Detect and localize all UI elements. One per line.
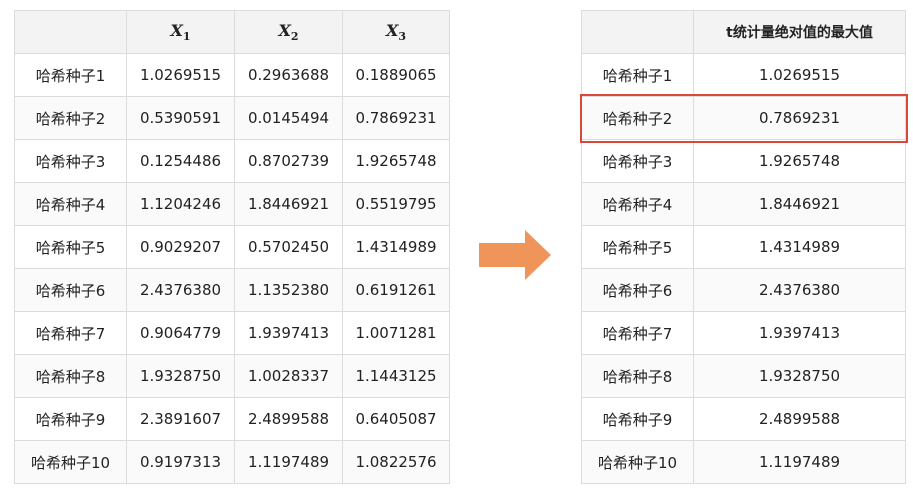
row-label: 哈希种子10 <box>581 440 694 484</box>
table-cell: 1.0822576 <box>342 440 450 484</box>
row-label: 哈希种子9 <box>581 397 694 441</box>
table-row: 哈希种子3 1.9265748 <box>581 139 906 183</box>
table-cell: 1.4314989 <box>342 225 450 269</box>
table-cell: 0.9064779 <box>126 311 235 355</box>
table-cell: 1.1197489 <box>693 440 906 484</box>
table-cell: 2.4899588 <box>234 397 343 441</box>
row-label: 哈希种子3 <box>14 139 127 183</box>
table-row: 哈希种子5 0.9029207 0.5702450 1.4314989 <box>14 225 450 269</box>
row-label: 哈希种子4 <box>581 182 694 226</box>
table-cell: 0.7869231 <box>693 96 906 140</box>
table-row: 哈希种子2 0.5390591 0.0145494 0.7869231 <box>14 96 450 140</box>
table-row: 哈希种子8 1.9328750 <box>581 354 906 398</box>
row-label: 哈希种子7 <box>14 311 127 355</box>
table-cell: 1.8446921 <box>234 182 343 226</box>
row-label: 哈希种子5 <box>581 225 694 269</box>
row-label: 哈希种子2 <box>14 96 127 140</box>
table-cell: 2.4376380 <box>693 268 906 312</box>
left-table-body: 哈希种子1 1.0269515 0.2963688 0.1889065 哈希种子2 0.5… <box>14 53 450 484</box>
table-cell: 0.5519795 <box>342 182 450 226</box>
table-cell: 1.9328750 <box>693 354 906 398</box>
table-row: 哈希种子10 1.1197489 <box>581 440 906 484</box>
table-row: 哈希种子9 2.3891607 2.4899588 0.6405087 <box>14 397 450 441</box>
left-header-x1: X1 <box>126 10 235 54</box>
right-arrow-icon <box>479 230 551 280</box>
table-cell: 0.9197313 <box>126 440 235 484</box>
row-label: 哈希种子6 <box>14 268 127 312</box>
table-cell: 0.8702739 <box>234 139 343 183</box>
table-row: 哈希种子9 2.4899588 <box>581 397 906 441</box>
table-cell: 1.1197489 <box>234 440 343 484</box>
table-cell: 0.0145494 <box>234 96 343 140</box>
table-cell: 1.9397413 <box>693 311 906 355</box>
left-header-x2: X2 <box>234 10 343 54</box>
table-row: 哈希种子7 0.9064779 1.9397413 1.0071281 <box>14 311 450 355</box>
table-cell: 0.2963688 <box>234 53 343 97</box>
left-header-x3: X3 <box>342 10 450 54</box>
table-cell: 2.4376380 <box>126 268 235 312</box>
table-cell: 1.4314989 <box>693 225 906 269</box>
table-row: 哈希种子1 1.0269515 0.2963688 0.1889065 <box>14 53 450 97</box>
right-header-row: t统计量绝对值的最大值 <box>581 10 906 54</box>
table-cell: 0.9029207 <box>126 225 235 269</box>
table-row: 哈希种子4 1.1204246 1.8446921 0.5519795 <box>14 182 450 226</box>
table-row: 哈希种子10 0.9197313 1.1197489 1.0822576 <box>14 440 450 484</box>
row-label: 哈希种子4 <box>14 182 127 226</box>
table-cell: 2.3891607 <box>126 397 235 441</box>
row-label: 哈希种子8 <box>14 354 127 398</box>
table-cell: 1.0269515 <box>126 53 235 97</box>
right-table-body: 哈希种子1 1.0269515 哈希种子2 0.7869231 哈希种子3 1.92657… <box>581 53 906 484</box>
row-label: 哈希种子10 <box>14 440 127 484</box>
table-cell: 1.1352380 <box>234 268 343 312</box>
table-row: 哈希种子8 1.9328750 1.0028337 1.1443125 <box>14 354 450 398</box>
table-cell: 0.5390591 <box>126 96 235 140</box>
row-label: 哈希种子2 <box>581 96 694 140</box>
left-header-corner <box>14 10 127 54</box>
table-cell: 1.9265748 <box>693 139 906 183</box>
table-row: 哈希种子4 1.8446921 <box>581 182 906 226</box>
row-label: 哈希种子1 <box>14 53 127 97</box>
table-cell: 0.1889065 <box>342 53 450 97</box>
table-cell: 1.1204246 <box>126 182 235 226</box>
left-header-row: X1 X2 X3 <box>14 10 450 54</box>
row-label: 哈希种子9 <box>14 397 127 441</box>
table-cell: 1.9265748 <box>342 139 450 183</box>
table-row: 哈希种子6 2.4376380 1.1352380 0.6191261 <box>14 268 450 312</box>
row-label: 哈希种子8 <box>581 354 694 398</box>
row-label: 哈希种子7 <box>581 311 694 355</box>
table-cell: 1.1443125 <box>342 354 450 398</box>
table-cell: 1.0071281 <box>342 311 450 355</box>
table-cell: 1.8446921 <box>693 182 906 226</box>
table-cell: 1.9328750 <box>126 354 235 398</box>
row-label: 哈希种子6 <box>581 268 694 312</box>
table-row: 哈希种子2 0.7869231 <box>581 96 906 140</box>
table-row: 哈希种子6 2.4376380 <box>581 268 906 312</box>
table-cell: 0.6191261 <box>342 268 450 312</box>
table-cell: 0.1254486 <box>126 139 235 183</box>
table-cell: 1.0028337 <box>234 354 343 398</box>
table-row: 哈希种子7 1.9397413 <box>581 311 906 355</box>
table-row: 哈希种子3 0.1254486 0.8702739 1.9265748 <box>14 139 450 183</box>
table-cell: 2.4899588 <box>693 397 906 441</box>
table-cell: 0.5702450 <box>234 225 343 269</box>
row-label: 哈希种子5 <box>14 225 127 269</box>
right-header-corner <box>581 10 694 54</box>
table-cell: 1.9397413 <box>234 311 343 355</box>
right-header-max-abs-t: t统计量绝对值的最大值 <box>693 10 906 54</box>
table-cell: 0.7869231 <box>342 96 450 140</box>
left-table: X1 X2 X3 哈希种子1 1.0269515 0.2963688 0.188906… <box>14 10 450 484</box>
table-cell: 0.6405087 <box>342 397 450 441</box>
arrow-shape <box>479 230 551 280</box>
table-row: 哈希种子1 1.0269515 <box>581 53 906 97</box>
row-label: 哈希种子3 <box>581 139 694 183</box>
table-cell: 1.0269515 <box>693 53 906 97</box>
table-row: 哈希种子5 1.4314989 <box>581 225 906 269</box>
row-label: 哈希种子1 <box>581 53 694 97</box>
right-table: t统计量绝对值的最大值 哈希种子1 1.0269515 哈希种子2 0.7869231… <box>581 10 906 484</box>
